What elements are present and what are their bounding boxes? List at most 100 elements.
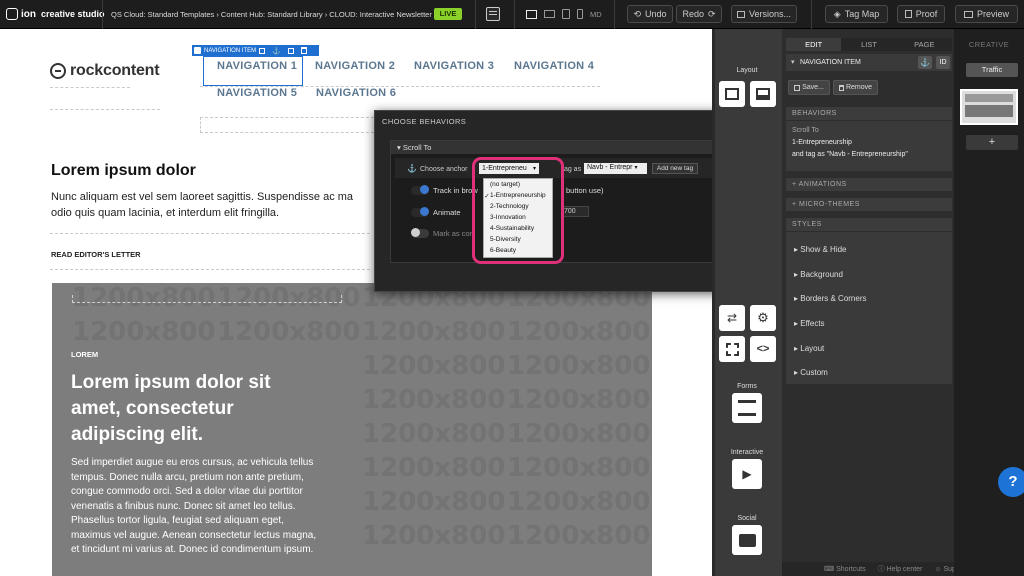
intro-paragraph-line-2[interactable]: odio quis quam lacinia, et interdum elit…: [51, 207, 279, 219]
mark-as-toggle[interactable]: [411, 228, 429, 238]
track-toggle[interactable]: [411, 185, 429, 195]
section-heading[interactable]: Lorem ipsum dolor: [51, 162, 196, 180]
style-effects[interactable]: ▸ Effects: [794, 319, 825, 328]
layout-tool-3[interactable]: ⇄: [719, 305, 745, 331]
animate-label: Animate: [433, 208, 461, 217]
scroll-to-header[interactable]: ▾ Scroll To: [391, 141, 759, 154]
remove-button[interactable]: Remove: [833, 80, 878, 95]
layout-columns-icon: [725, 88, 739, 100]
item-toggle-icon[interactable]: ▾: [791, 58, 795, 66]
preview-button[interactable]: Preview: [955, 5, 1018, 23]
laptop-icon[interactable]: [544, 10, 555, 18]
traffic-button[interactable]: Traffic: [966, 63, 1018, 77]
nav-item-3[interactable]: NAVIGATION 3: [414, 60, 494, 72]
intro-paragraph-line-1[interactable]: Nunc aliquam est vel sem laoreet sagitti…: [51, 191, 353, 203]
tab-list[interactable]: LIST: [841, 38, 897, 51]
style-borders-corners[interactable]: ▸ Borders & Corners: [794, 294, 867, 303]
behaviors-header[interactable]: BEHAVIORS: [786, 107, 952, 120]
tablet-icon[interactable]: [562, 9, 570, 19]
mark-as-label: Mark as con: [433, 229, 474, 238]
nav-item-6[interactable]: NAVIGATION 6: [316, 87, 396, 99]
duration-input[interactable]: 700: [561, 206, 589, 217]
nav-item-1[interactable]: NAVIGATION 1: [217, 60, 297, 72]
undo-icon: ⟲: [633, 8, 642, 19]
layout-tool-4[interactable]: ⚙: [750, 305, 776, 331]
creative-tab[interactable]: CREATIVE: [954, 40, 1024, 49]
undo-button[interactable]: ⟲ Undo: [627, 5, 673, 23]
anchor-icon: ⚓: [407, 164, 417, 173]
nav-item-2[interactable]: NAVIGATION 2: [315, 60, 395, 72]
trash-icon: [838, 84, 844, 91]
layout-tool-2[interactable]: [750, 81, 776, 107]
layout-rows-icon: [756, 88, 770, 100]
item-header: ▾ NAVIGATION ITEM ⚓ ID: [786, 54, 952, 71]
tab-edit[interactable]: EDIT: [786, 38, 842, 51]
redo-button[interactable]: Redo ⟳: [676, 5, 722, 23]
page-thumbnail[interactable]: [960, 89, 1018, 125]
choose-anchor-label: Choose anchor: [420, 166, 468, 173]
toolbox-scrollbar[interactable]: [712, 29, 715, 576]
live-badge: LIVE: [434, 8, 462, 20]
versions-icon: [736, 10, 745, 18]
forms-tool[interactable]: [732, 393, 762, 423]
add-page-button[interactable]: +: [966, 135, 1018, 150]
device-selector[interactable]: MD: [526, 9, 602, 19]
nav-item-5[interactable]: NAVIGATION 5: [217, 87, 297, 99]
feature-image-block[interactable]: 1200x800 1200x800 1200x800 1200x800 1200…: [52, 283, 652, 576]
rockcontent-logo-icon: [50, 63, 66, 79]
anchor-button-icon[interactable]: ⚓: [918, 56, 932, 69]
style-show-hide[interactable]: ▸ Show & Hide: [794, 245, 847, 254]
preview-icon: [963, 10, 973, 18]
anchor-icon[interactable]: ⚓: [272, 47, 281, 55]
id-button[interactable]: ID: [936, 56, 950, 69]
versions-button[interactable]: Versions...: [731, 5, 797, 23]
component-toolbox: Layout ⇄ ⚙ <> Forms Interactive ▶ Social: [712, 29, 782, 576]
forms-label: Forms: [737, 383, 757, 390]
proof-button[interactable]: Proof: [897, 5, 945, 23]
behavior-summary[interactable]: Scroll To 1-Entrepreneurship and tag as …: [786, 121, 952, 171]
layout-tool-5[interactable]: [719, 336, 745, 362]
selected-element-toolbar[interactable]: NAVIGATION ITEM ⚓: [192, 45, 319, 56]
read-editors-letter-link[interactable]: READ EDITOR'S LETTER: [51, 250, 141, 259]
copy-icon[interactable]: [287, 47, 294, 54]
edit-icon[interactable]: [259, 47, 266, 54]
interactive-tool[interactable]: ▶: [732, 459, 762, 489]
collapse-caret-icon: ▾: [397, 143, 401, 152]
feature-eyebrow[interactable]: LOREM: [71, 350, 98, 359]
feature-title[interactable]: Lorem ipsum dolor sit amet, consectetur …: [71, 370, 271, 448]
layout-toggle-icon[interactable]: [486, 7, 500, 21]
trash-icon[interactable]: [300, 47, 307, 54]
style-background[interactable]: ▸ Background: [794, 270, 843, 279]
shortcuts-link[interactable]: ⌨ Shortcuts: [824, 565, 866, 573]
help-button[interactable]: ?: [998, 467, 1024, 497]
help-center-link[interactable]: ⓘ Help center: [878, 564, 923, 574]
layout-tool-6[interactable]: <>: [750, 336, 776, 362]
social-tool[interactable]: [732, 525, 762, 555]
layout-tool-1[interactable]: [719, 81, 745, 107]
animations-section[interactable]: + ANIMATIONS: [786, 178, 952, 191]
behavior-tag: and tag as "Navb - Entrepreneurship": [792, 151, 908, 158]
dialog-title: CHOOSE BEHAVIORS: [382, 117, 467, 126]
style-custom[interactable]: ▸ Custom: [794, 368, 828, 377]
behavior-panel: ▾ Scroll To ⚓ Choose anchor 1-Entreprene…: [390, 140, 760, 263]
tag-select[interactable]: Navb - Entrepr ▾: [584, 163, 647, 174]
nav-item-4[interactable]: NAVIGATION 4: [514, 60, 594, 72]
desktop-icon[interactable]: [526, 9, 537, 19]
animate-toggle[interactable]: [411, 207, 429, 217]
breadcrumb[interactable]: QS Cloud: Standard Templates › Content H…: [111, 10, 432, 19]
tab-page[interactable]: PAGE: [896, 38, 952, 51]
style-layout[interactable]: ▸ Layout: [794, 344, 824, 353]
feature-body[interactable]: Sed imperdiet augue eu eros cursus, ac v…: [71, 456, 316, 558]
tag-map-button[interactable]: ◈ Tag Map: [825, 5, 888, 23]
add-new-tag-button[interactable]: Add new tag: [652, 163, 698, 174]
redo-icon: ⟳: [707, 8, 716, 19]
play-icon: ▶: [742, 467, 752, 481]
help-circle-icon: ⓘ: [877, 566, 887, 573]
drag-handle-icon[interactable]: [194, 47, 201, 54]
form-list-icon: [738, 400, 756, 416]
save-button[interactable]: Save...: [788, 80, 830, 95]
micro-themes-section[interactable]: + MICRO-THEMES: [786, 198, 952, 211]
keyboard-icon: ⌨: [824, 566, 837, 573]
top-toolbar: ion creative studio QS Cloud: Standard T…: [0, 0, 1024, 29]
phone-icon[interactable]: [577, 9, 583, 19]
